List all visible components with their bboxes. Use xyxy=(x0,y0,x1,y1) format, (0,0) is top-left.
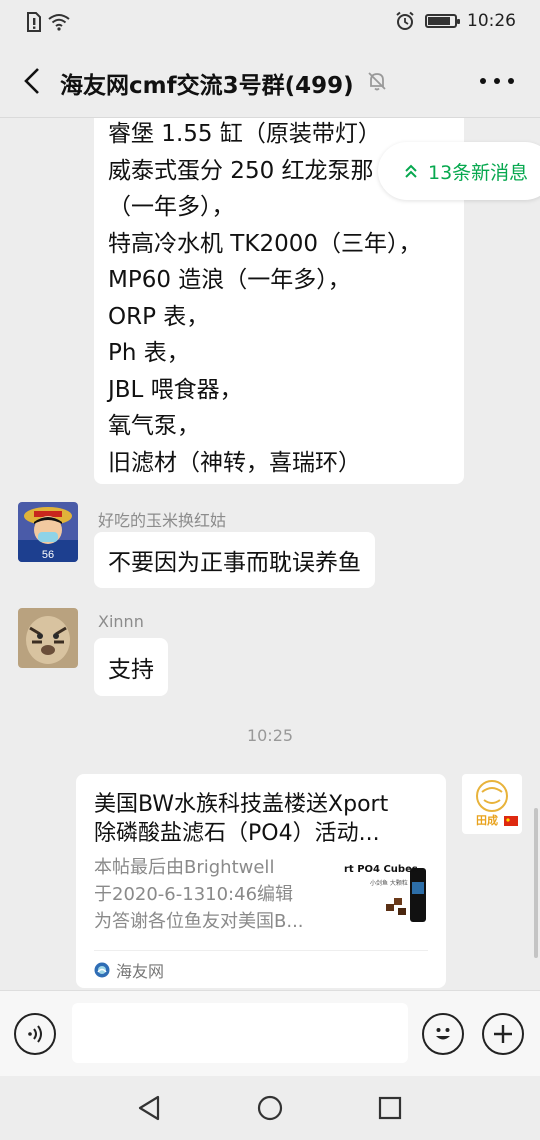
message-bubble[interactable]: 不要因为正事而耽误养鱼 xyxy=(94,532,375,588)
new-messages-label: 13条新消息 xyxy=(428,161,529,184)
system-nav-bar xyxy=(0,1076,540,1140)
battery-icon xyxy=(425,14,460,28)
input-bar xyxy=(0,990,540,1076)
message-input[interactable] xyxy=(72,1003,408,1063)
sender-name: 好吃的玉米换红姑 xyxy=(98,511,227,530)
more-dot-icon xyxy=(494,78,500,84)
mute-bell-icon xyxy=(368,72,386,91)
nav-back-icon[interactable] xyxy=(136,1094,164,1122)
sim-alert-icon xyxy=(27,12,41,32)
nav-home-icon[interactable] xyxy=(256,1094,284,1122)
message-line: ORP 表， xyxy=(108,303,210,330)
wifi-icon xyxy=(48,14,70,31)
emoji-button[interactable] xyxy=(422,1013,464,1055)
avatar-logo-text: 田成 xyxy=(476,814,498,827)
card-title-line: 除磷酸盐滤石（PO4）活动... xyxy=(94,821,380,846)
back-button[interactable] xyxy=(14,62,50,100)
avatar[interactable] xyxy=(18,608,78,668)
card-desc-line: 本帖最后由Brightwell xyxy=(94,857,275,878)
chevron-left-icon xyxy=(24,68,39,94)
message-line: 特高冷水机 TK2000（三年）， xyxy=(108,230,422,257)
link-card[interactable]: 美国BW水族科技盖楼送Xport 除磷酸盐滤石（PO4）活动... 本帖最后由B… xyxy=(76,774,446,988)
self-avatar[interactable]: 田成 xyxy=(462,774,522,834)
message-text: 支持 xyxy=(108,657,154,683)
alarm-icon xyxy=(396,11,414,30)
thumb-sublabel: 小剑鱼 大颗粒 xyxy=(370,880,408,887)
voice-button[interactable] xyxy=(14,1013,56,1055)
card-title: 美国BW水族科技盖楼送Xport 除磷酸盐滤石（PO4）活动... xyxy=(94,790,434,848)
source-logo-icon xyxy=(94,962,110,978)
nav-recents-icon[interactable] xyxy=(376,1094,404,1122)
voice-icon xyxy=(28,1025,42,1043)
card-description: 本帖最后由Brightwell 于2020-6-1310:46编辑 为答谢各位鱼… xyxy=(94,854,334,935)
card-source: 海友网 xyxy=(94,958,164,982)
more-functions-button[interactable] xyxy=(482,1013,524,1055)
double-chevron-up-icon xyxy=(405,164,417,178)
status-time: 10:26 xyxy=(467,11,516,31)
status-bar: 10:26 xyxy=(0,0,540,44)
message-bubble[interactable]: 支持 xyxy=(94,638,168,696)
status-left xyxy=(26,12,70,32)
message-line: MP60 造浪（一年多）， xyxy=(108,267,351,293)
thumb-label: rt PO4 Cubes xyxy=(344,864,418,875)
status-right: 10:26 xyxy=(395,11,516,31)
card-source-label: 海友网 xyxy=(116,962,165,981)
message-line: 旧滤材（神转，喜瑞环） xyxy=(108,449,361,476)
avatar[interactable]: 56 xyxy=(18,502,78,562)
more-options-button[interactable] xyxy=(480,68,514,94)
avatar-cartoon-icon: 56 xyxy=(18,502,78,562)
svg-text:56: 56 xyxy=(42,549,54,561)
avatar-tiger-icon xyxy=(18,608,78,668)
card-desc-line: 于2020-6-1310:46编辑 xyxy=(94,884,294,905)
message-text: 不要因为正事而耽误养鱼 xyxy=(108,550,361,576)
card-thumbnail: rt PO4 Cubes 小剑鱼 大颗粒 xyxy=(344,860,432,932)
plus-icon xyxy=(494,1025,512,1043)
message-line: JBL 喂食器， xyxy=(108,376,243,403)
chat-header: 海友网cmf交流3号群(499) xyxy=(0,44,540,118)
message-line: Ph 表， xyxy=(108,340,190,366)
card-divider xyxy=(94,950,428,951)
timestamp: 10:25 xyxy=(246,726,294,745)
message-line: 氧气泵， xyxy=(108,413,200,439)
chat-title: 海友网cmf交流3号群(499) xyxy=(60,73,354,99)
sender-name: Xinnn xyxy=(98,612,144,631)
scrollbar[interactable] xyxy=(534,808,538,958)
card-title-line: 美国BW水族科技盖楼送Xport xyxy=(94,792,389,817)
chat-area[interactable]: 睿堡 1.55 缸（原装带灯） 威泰式蛋分 250 红龙泵那 （一年多）， 特高… xyxy=(0,118,540,990)
new-messages-button[interactable]: 13条新消息 xyxy=(378,142,540,200)
smiley-icon xyxy=(436,1028,450,1040)
card-desc-line: 为答谢各位鱼友对美国B... xyxy=(94,911,304,932)
more-dot-icon xyxy=(508,78,514,84)
more-dot-icon xyxy=(480,78,486,84)
